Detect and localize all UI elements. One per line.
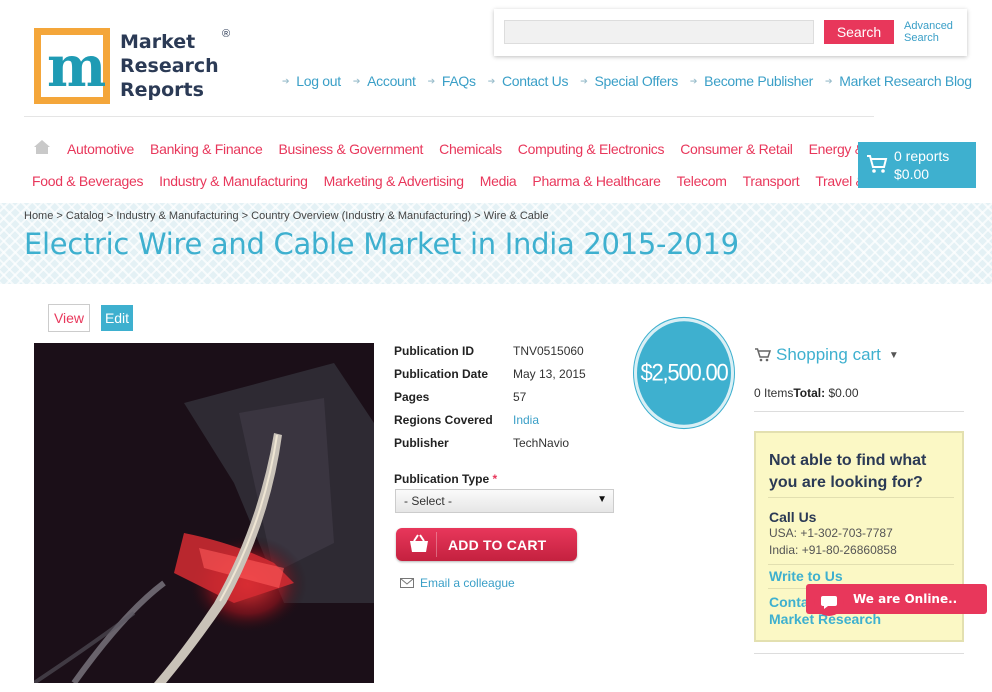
nav-item-transport[interactable]: Transport — [743, 173, 800, 189]
nav-item-banking-finance[interactable]: Banking & Finance — [150, 141, 263, 157]
logo-mark: m m — [34, 28, 110, 104]
search-input[interactable] — [504, 20, 814, 44]
call-us-heading: Call Us — [769, 509, 817, 525]
logo-wordmark: Market Research Reports — [120, 31, 219, 101]
phone-india: India: +91-80-26860858 — [769, 543, 897, 557]
toplink-contact-us[interactable]: ➔ Contact Us — [488, 73, 569, 89]
phone-usa: USA: +1-302-703-7787 — [769, 526, 893, 540]
write-to-us-link[interactable]: Write to Us — [769, 568, 843, 584]
category-nav-row-1: Automotive Banking & Finance Business & … — [67, 141, 926, 157]
chevron-down-icon: ▼ — [597, 494, 607, 505]
advanced-search-link[interactable]: Advanced Search — [904, 20, 953, 44]
tab-view[interactable]: View — [48, 304, 90, 332]
detail-row: Pages 57 — [394, 390, 586, 413]
region-link[interactable]: India — [513, 413, 539, 436]
publication-date: May 13, 2015 — [513, 367, 586, 381]
title-banner: Home > Catalog > Industry & Manufacturin… — [0, 203, 992, 284]
publication-type-label: Publication Type * — [394, 472, 498, 486]
live-chat-button[interactable]: We are Online.. — [806, 584, 987, 616]
contact-link[interactable]: Conta — [769, 594, 809, 610]
top-links: ➔ Log out ➔ Account ➔ FAQs ➔ Contact Us ➔ Spe… — [282, 73, 984, 89]
chat-bubble-icon — [814, 588, 844, 616]
help-title: Not able to find what you are looking fo… — [769, 452, 927, 491]
page-title: Electric Wire and Cable Market in India … — [24, 227, 739, 261]
chevron-down-icon: ▼ — [888, 349, 899, 361]
breadcrumb[interactable]: Home > Catalog > Industry & Manufacturin… — [24, 210, 549, 222]
cart-count: 0 reports — [894, 148, 950, 164]
detail-row: Publisher TechNavio — [394, 436, 586, 459]
add-to-cart-button[interactable]: ADD TO CART — [396, 528, 577, 561]
nav-item-business-government[interactable]: Business & Government — [278, 141, 423, 157]
shopping-cart-toggle[interactable]: Shopping cart ▼ — [754, 345, 899, 365]
nav-item-telecom[interactable]: Telecom — [677, 173, 727, 189]
nav-item-consumer-retail[interactable]: Consumer & Retail — [680, 141, 793, 157]
basket-icon — [410, 534, 428, 552]
header-cart[interactable]: 0 reports $0.00 — [858, 142, 976, 188]
toplink-blog[interactable]: ➔ Market Research Blog — [825, 73, 972, 89]
detail-row: Regions Covered India — [394, 413, 586, 436]
search-button[interactable]: Search — [824, 20, 894, 44]
publication-details: Publication ID TNV0515060 Publication Da… — [394, 344, 586, 459]
price-badge: $2,500.00 — [634, 318, 734, 428]
email-colleague-link[interactable]: Email a colleague — [400, 576, 515, 590]
nav-item-computing-electronics[interactable]: Computing & Electronics — [518, 141, 665, 157]
publisher-name: TechNavio — [513, 436, 570, 450]
publication-type-select[interactable]: - Select - ▼ — [395, 489, 614, 513]
nav-item-media[interactable]: Media — [480, 173, 517, 189]
nav-item-marketing-advertising[interactable]: Marketing & Advertising — [324, 173, 464, 189]
toplink-become-publisher[interactable]: ➔ Become Publisher — [690, 73, 813, 89]
toplink-faqs[interactable]: ➔ FAQs — [428, 73, 476, 89]
product-image — [34, 343, 374, 683]
header-divider — [24, 116, 874, 117]
cart-icon — [755, 348, 772, 362]
cart-total: $0.00 — [894, 166, 930, 182]
nav-item-automotive[interactable]: Automotive — [67, 141, 134, 157]
detail-row: Publication ID TNV0515060 — [394, 344, 586, 367]
tab-edit[interactable]: Edit — [101, 305, 133, 331]
nav-item-food-beverages[interactable]: Food & Beverages — [32, 173, 143, 189]
toplink-logout[interactable]: ➔ Log out — [282, 73, 341, 89]
toplink-special-offers[interactable]: ➔ Special Offers — [580, 73, 678, 89]
site-logo[interactable]: m m Market Research Reports ® — [34, 28, 230, 104]
nav-item-industry-manufacturing[interactable]: Industry & Manufacturing — [159, 173, 308, 189]
envelope-icon — [400, 578, 414, 588]
category-nav-row-2: Food & Beverages Industry & Manufacturin… — [32, 173, 928, 189]
page-count: 57 — [513, 390, 527, 404]
detail-row: Publication Date May 13, 2015 — [394, 367, 586, 390]
nav-item-pharma-healthcare[interactable]: Pharma & Healthcare — [532, 173, 660, 189]
nav-item-chemicals[interactable]: Chemicals — [439, 141, 502, 157]
cart-summary: 0 ItemsTotal: $0.00 — [754, 386, 859, 400]
search-panel: Search Advanced Search — [494, 9, 967, 56]
home-icon[interactable] — [33, 139, 51, 155]
cart-icon — [867, 155, 888, 173]
toplink-account[interactable]: ➔ Account — [353, 73, 416, 89]
publication-id: TNV0515060 — [513, 344, 584, 358]
